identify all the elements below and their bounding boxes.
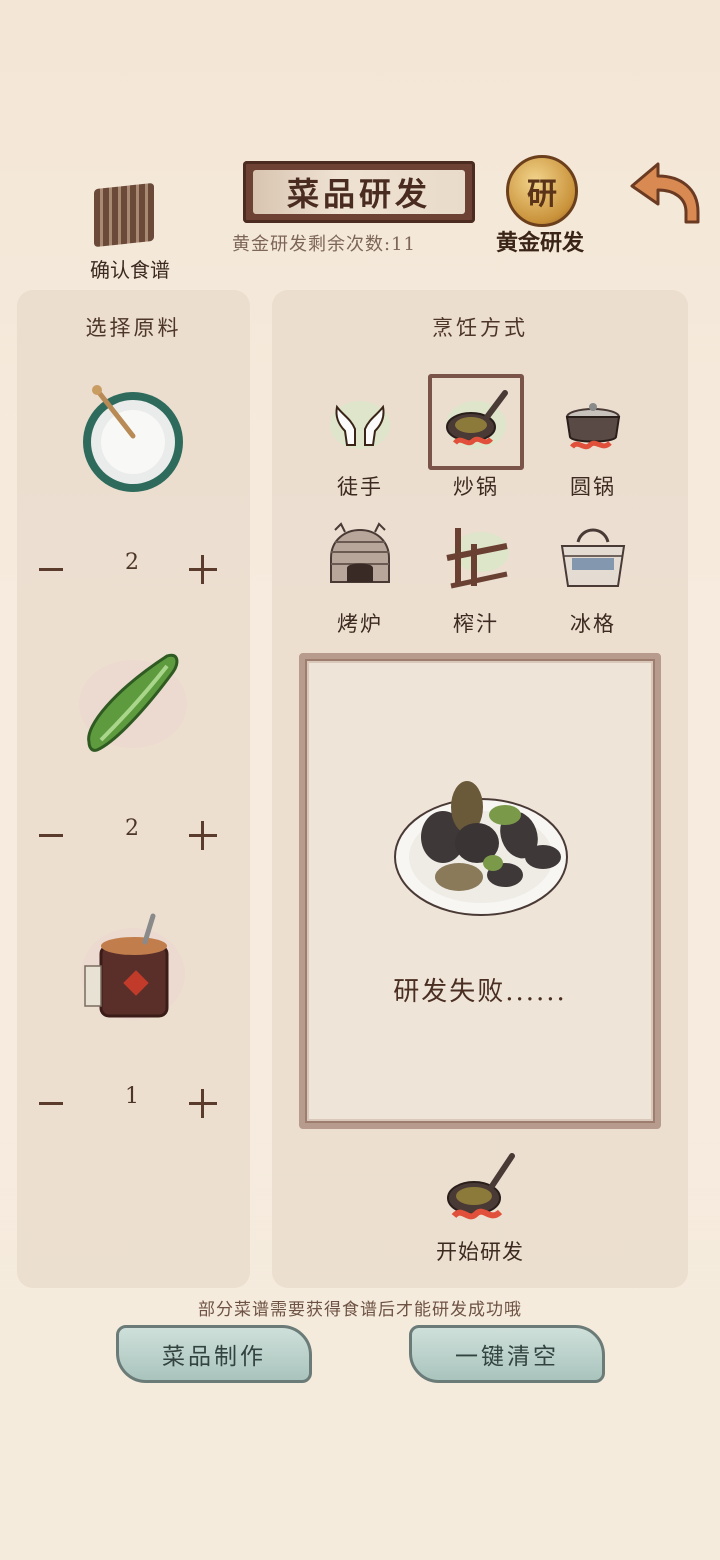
gold-research-button[interactable]: 研 黄金研发 [488,155,592,260]
round-pot-icon [565,403,621,450]
hands-icon [330,401,390,449]
method-wok[interactable]: 炒锅 [421,385,531,505]
ingredient-panel: 选择原料 2 2 1 [17,290,250,1288]
gold-research-remaining: 黄金研发剩余次数:11 [232,234,416,255]
oven-icon [330,522,390,583]
minus-button[interactable] [39,1102,63,1105]
clear-all-button[interactable]: 一键清空 [409,1325,605,1383]
confirm-recipe-button[interactable]: 确认食谱 [78,182,182,282]
minus-button[interactable] [39,568,63,571]
ice-box-icon [560,528,626,587]
method-label: 冰格 [570,612,616,636]
method-juicer[interactable]: 榨汁 [421,522,531,642]
back-arrow-icon [630,162,700,224]
quantity-stepper: 2 [17,550,250,590]
method-label: 烤炉 [337,612,383,636]
result-display: 研发失败...... [299,653,661,1129]
gold-research-label: 黄金研发 [495,230,584,256]
method-ice-box[interactable]: 冰格 [538,522,648,642]
method-label: 榨汁 [453,612,499,636]
confirm-recipe-label: 确认食谱 [90,258,170,282]
method-label: 圆锅 [570,475,616,499]
ingredient-panel-title: 选择原料 [85,316,182,340]
flour-bowl-icon [83,385,183,492]
spice-jar-icon [81,913,185,1020]
juicer-icon [446,528,509,589]
start-research-label: 开始研发 [436,1240,524,1264]
quantity-stepper: 1 [17,1084,250,1124]
start-research-button[interactable]: 开始研发 [420,1150,540,1265]
method-hands[interactable]: 徒手 [305,385,415,505]
scroll-icon [94,182,154,248]
quantity-value: 2 [125,550,139,575]
wok-icon [446,390,508,449]
page-title-board: 菜品研发 [243,161,475,223]
method-oven[interactable]: 烤炉 [305,522,415,642]
result-message: 研发失败...... [393,977,567,1007]
quantity-stepper: 2 [17,816,250,856]
quantity-value: 2 [125,816,139,841]
quantity-value: 1 [125,1084,139,1109]
hint-text: 部分菜谱需要获得食谱后才能研发成功哦 [198,1300,522,1320]
cucumber-icon [79,653,187,752]
method-label: 徒手 [337,475,383,499]
page-title: 菜品研发 [253,170,465,214]
back-button[interactable] [628,160,704,226]
method-label: 炒锅 [453,475,499,499]
minus-button[interactable] [39,834,63,837]
wok-icon [447,1153,515,1220]
method-round-pot[interactable]: 圆锅 [538,385,648,505]
cooking-panel-title: 烹饪方式 [432,316,528,340]
gold-coin-icon: 研 [506,155,578,227]
failed-dish-icon [394,781,568,916]
make-dish-button[interactable]: 菜品制作 [116,1325,312,1383]
